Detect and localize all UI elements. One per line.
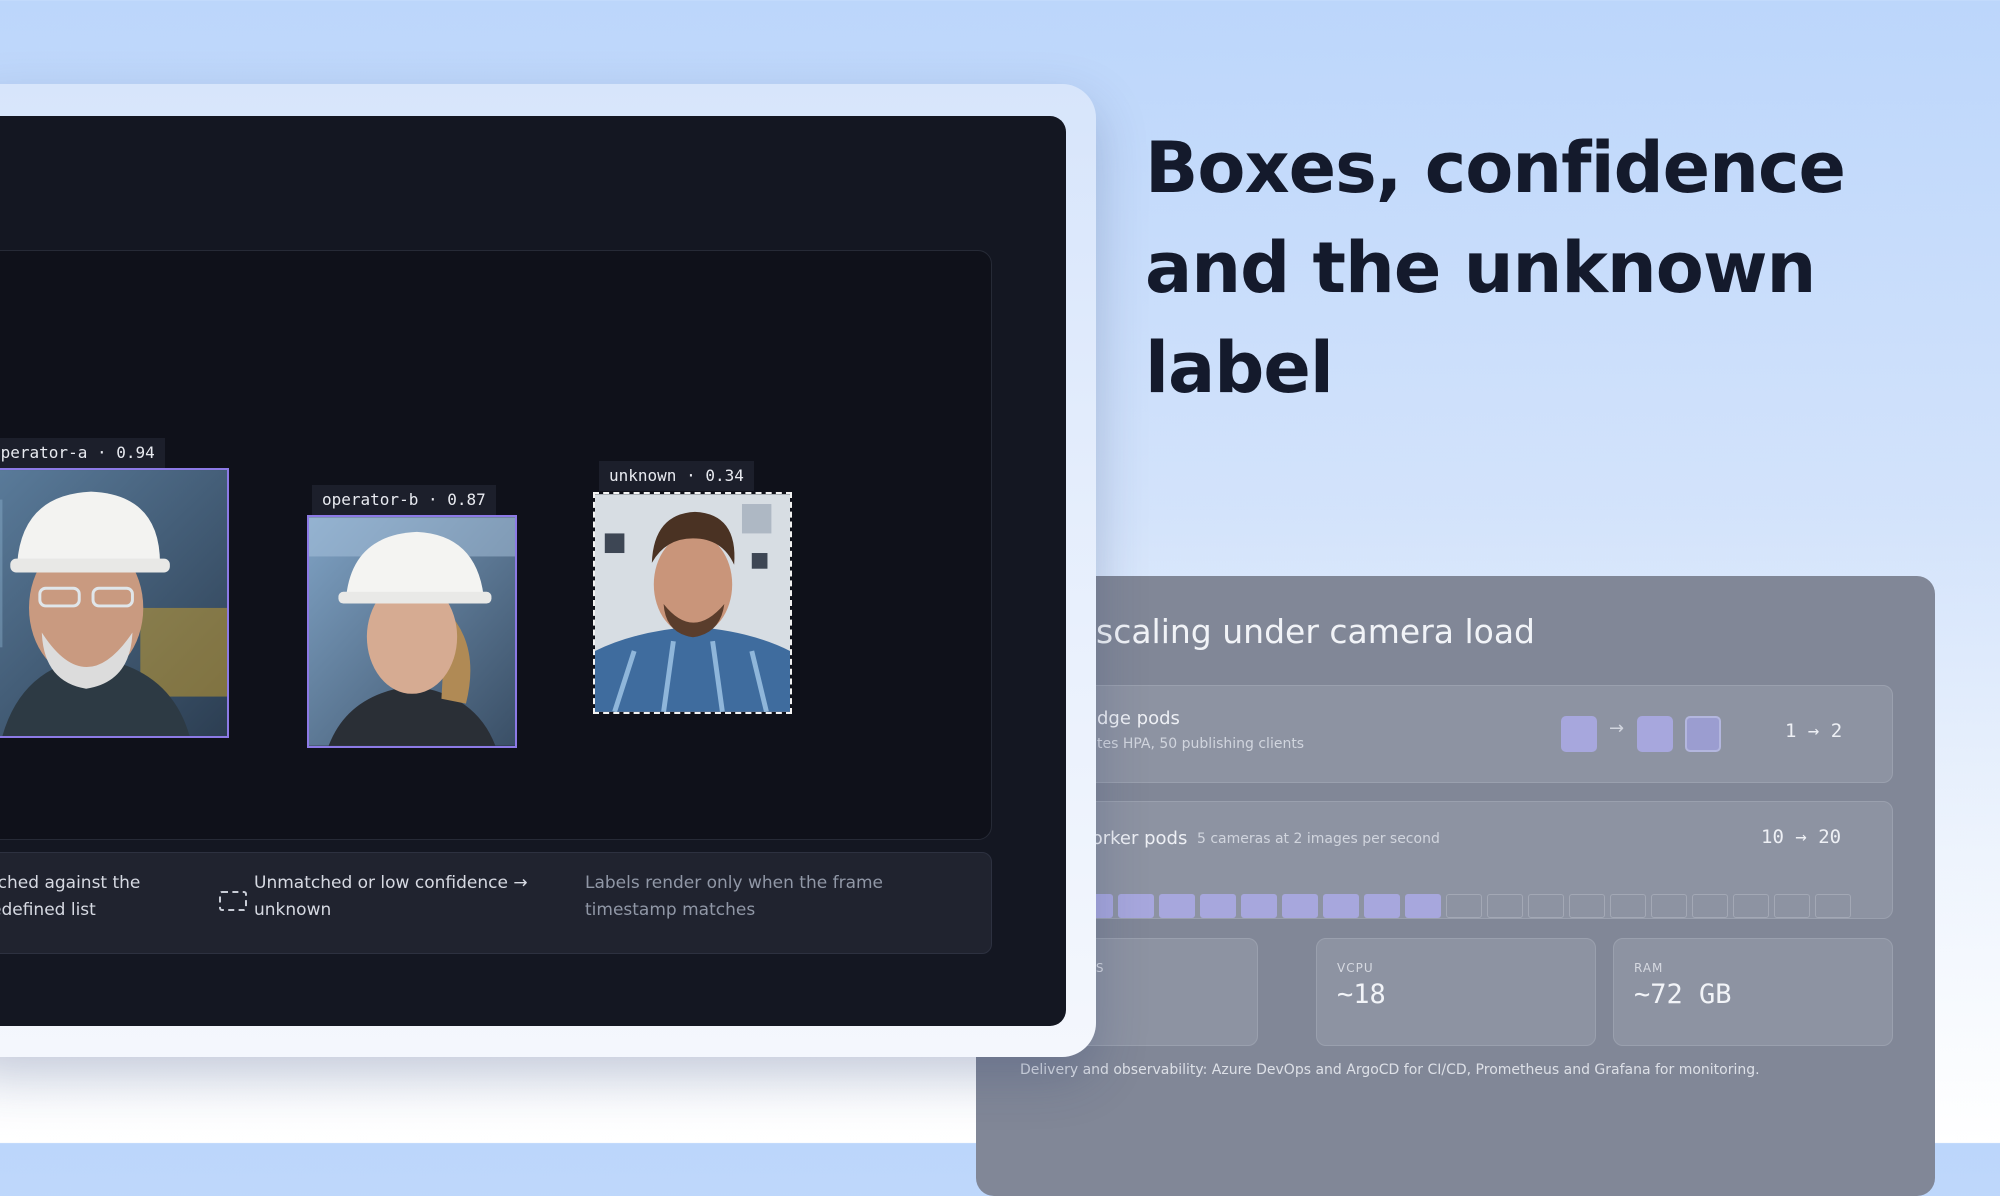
scaling-footer: Delivery and observability: Azure DevOps… <box>1020 1062 1760 1078</box>
edge-pod-after-2 <box>1685 716 1721 752</box>
worker-pods-value: 10 → 20 <box>1761 826 1842 848</box>
worker-pod-cell <box>1733 894 1769 918</box>
stat-ram-value: ~72 GB <box>1634 979 1732 1010</box>
face-box-unknown[interactable] <box>593 492 792 714</box>
worker-pod-cell <box>1610 894 1646 918</box>
detection-label-operator-a: operator-a · 0.94 <box>0 438 165 468</box>
worker-pod-cell <box>1774 894 1810 918</box>
edge-pod-after-1 <box>1637 716 1673 752</box>
worker-pod-cell <box>1200 894 1236 918</box>
worker-pod-cell <box>1405 894 1441 918</box>
worker-pod-cell <box>1692 894 1728 918</box>
edge-pods-value: 1 → 2 <box>1785 720 1843 742</box>
legend-note-line-2: timestamp matches <box>585 900 756 920</box>
edge-pods-subtitle: tes HPA, 50 publishing clients <box>1097 736 1305 752</box>
headline: Boxes, confidence and the unknown label <box>1145 118 1965 418</box>
face-image-operator-b <box>309 517 515 746</box>
worker-pod-grid <box>1077 894 1851 918</box>
scaling-panel: scaling under camera load dge pods tes H… <box>976 576 1935 1196</box>
worker-pod-cell <box>1282 894 1318 918</box>
worker-pod-cell <box>1118 894 1154 918</box>
edge-pods-row: dge pods tes HPA, 50 publishing clients … <box>976 685 1893 783</box>
edge-pod-before <box>1561 716 1597 752</box>
edge-pods-title: dge pods <box>1097 708 1180 729</box>
face-box-operator-b[interactable] <box>307 515 517 748</box>
face-image-unknown <box>595 494 790 712</box>
worker-pod-cell <box>1446 894 1482 918</box>
worker-pod-cell <box>1487 894 1523 918</box>
face-image-operator-a <box>0 470 227 736</box>
camera-viewport: operator-a · 0.94 operator-b · 0.87 unkn… <box>0 250 992 840</box>
worker-pod-cell <box>1323 894 1359 918</box>
face-box-operator-a[interactable] <box>0 468 229 738</box>
worker-pod-cell <box>1241 894 1277 918</box>
legend-unknown-line-2: unknown <box>254 900 332 920</box>
legend-unknown-text: Unmatched or low confidence → unknown <box>254 870 528 924</box>
worker-pod-cell <box>1569 894 1605 918</box>
worker-pod-cell <box>1364 894 1400 918</box>
legend-unknown-line-1: Unmatched or low confidence → <box>254 873 528 893</box>
stat-card-ram: RAM ~72 GB <box>1613 938 1893 1046</box>
legend-note: Labels render only when the frame timest… <box>585 870 883 924</box>
worker-pod-cell <box>1159 894 1195 918</box>
worker-pod-cell <box>1528 894 1564 918</box>
worker-pods-subtitle: 5 cameras at 2 images per second <box>1197 831 1440 847</box>
legend-note-line-1: Labels render only when the frame <box>585 873 884 893</box>
worker-pod-cell <box>1651 894 1687 918</box>
scaling-title: scaling under camera load <box>1096 612 1536 651</box>
headline-line-1: Boxes, confidence <box>1145 127 1846 209</box>
stat-vcpu-value: ~18 <box>1337 979 1386 1010</box>
headline-line-2: and the unknown label <box>1145 227 1816 409</box>
device-screen: operator-a · 0.94 operator-b · 0.87 unkn… <box>0 116 1066 1026</box>
worker-pods-row: worker pods 5 cameras at 2 images per se… <box>976 801 1893 919</box>
legend-bar: tched against the edefined list Unmatche… <box>0 852 992 954</box>
dashed-box-icon <box>219 891 247 911</box>
detection-label-operator-b: operator-b · 0.87 <box>312 485 496 515</box>
stat-card-vcpu: VCPU ~18 <box>1316 938 1596 1046</box>
legend-known-text: tched against the edefined list <box>0 873 141 920</box>
stat-ram-label: RAM <box>1634 961 1664 975</box>
edge-pod-arrow: → <box>1609 718 1625 739</box>
detection-label-unknown: unknown · 0.34 <box>599 461 754 491</box>
stat-vcpu-label: VCPU <box>1337 961 1374 975</box>
worker-pod-cell <box>1815 894 1851 918</box>
